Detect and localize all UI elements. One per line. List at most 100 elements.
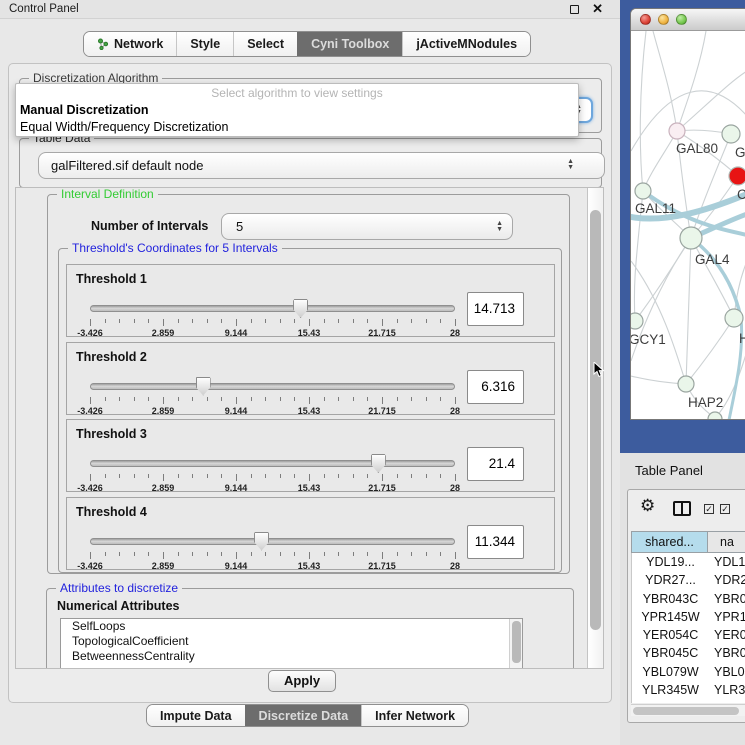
split-columns-icon[interactable] [673,501,691,516]
cyni-toolbox-panel: Discretization Algorithm Select algorith… [8,63,612,703]
network-edge[interactable] [686,318,734,384]
dropdown-option[interactable]: Manual Discretization [16,102,578,119]
slider-track[interactable] [90,460,455,467]
attribute-list-item[interactable]: BetweennessCentrality [61,649,522,664]
tab-cyni-toolbox[interactable]: Cyni Toolbox [297,32,402,56]
threshold-slider[interactable]: -3.4262.8599.14415.4321.71528 [83,530,463,568]
network-edge[interactable] [677,31,706,131]
apply-button[interactable]: Apply [268,670,336,692]
table-row[interactable]: YER054CYER0 [632,626,745,644]
tab-jactivemnodules[interactable]: jActiveMNodules [402,32,530,56]
checkbox-icon[interactable] [720,504,730,514]
network-edge[interactable] [686,238,691,384]
table-row[interactable]: YPR145WYPR1 [632,608,745,626]
tab-label: Discretize Data [259,709,349,723]
slider-thumb[interactable] [371,454,386,473]
threshold-slider[interactable]: -3.4262.8599.14415.4321.71528 [83,452,463,490]
threshold-value-field[interactable]: 6.316 [467,370,524,404]
network-node[interactable] [725,309,743,327]
tab-network[interactable]: Network [84,32,176,56]
table-data-group: Table Data galFiltered.sif default node [19,138,602,188]
table-row[interactable]: YDL19...YDL1 [632,553,745,571]
slider-track[interactable] [90,305,455,312]
gear-icon[interactable]: ⚙ [640,496,655,516]
network-node[interactable] [631,313,643,329]
network-node[interactable] [635,183,651,199]
table-cell: YLR345W [632,681,709,699]
slider-track[interactable] [90,383,455,390]
network-node[interactable] [708,412,722,420]
dropdown-option[interactable]: Equal Width/Frequency Discretization [16,119,578,136]
table-cell: YBR045C [632,644,709,662]
scrollbar-thumb[interactable] [590,210,601,630]
tab-style[interactable]: Style [176,32,233,56]
scrollbar-thumb[interactable] [512,621,521,663]
threshold-value-field[interactable]: 14.713 [467,292,524,326]
table-data-combobox[interactable]: galFiltered.sif default node [38,152,605,179]
threshold-slider[interactable]: -3.4262.8599.14415.4321.71528 [83,297,463,335]
column-header[interactable]: na [708,531,745,553]
slider-thumb[interactable] [196,377,211,396]
threshold-label: Threshold 1 [76,272,147,286]
threshold-slider[interactable]: -3.4262.8599.14415.4321.71528 [83,375,463,413]
table-cell: YIL053C [632,699,709,703]
threshold-value-field[interactable]: 11.344 [467,525,524,559]
table-panel-title: Table Panel [635,463,703,478]
control-panel: Control Panel ✕ NetworkStyleSelectCyni T… [0,0,620,745]
horizontal-scrollbar[interactable] [631,704,745,716]
slider-thumb[interactable] [254,532,269,551]
network-window-titlebar[interactable] [631,9,745,31]
slider-track[interactable] [90,538,455,545]
close-traffic-light-icon[interactable] [640,14,651,25]
tab-label: jActiveMNodules [416,37,517,51]
network-edge[interactable] [640,31,646,191]
tab-infer-network[interactable]: Infer Network [361,705,468,726]
table-cell: YBR0 [709,644,745,662]
number-of-intervals-spinner[interactable]: 5 [221,213,513,240]
network-node[interactable] [722,125,740,143]
node-table: shared...na YDL19...YDL1YDR27...YDR2YBR0… [631,531,745,703]
network-node[interactable] [669,123,685,139]
table-row[interactable]: YIL053CYIL0 [632,699,745,703]
table-row[interactable]: YLR345WYLR3 [632,681,745,699]
zoom-traffic-light-icon[interactable] [676,14,687,25]
threshold-panel: Threshold 1 -3.4262.8599.14415.4321.71528… [66,264,555,337]
vertical-scrollbar[interactable] [587,188,603,668]
minimize-traffic-light-icon[interactable] [658,14,669,25]
table-row[interactable]: YBR043CYBR0 [632,590,745,608]
tab-impute-data[interactable]: Impute Data [147,705,245,726]
table-cell: YBR043C [632,590,709,608]
table-row[interactable]: YBR045CYBR0 [632,644,745,662]
column-header[interactable]: shared... [631,531,708,553]
network-edge-highlighted[interactable] [691,238,741,318]
table-row[interactable]: YBL079WYBL0 [632,663,745,681]
table-cell: YBL0 [709,663,745,681]
threshold-value-field[interactable]: 21.4 [467,447,524,481]
network-edge[interactable] [643,131,677,191]
network-node[interactable] [680,227,702,249]
attribute-list-item[interactable]: TopologicalCoefficient [61,634,522,649]
list-scrollbar[interactable] [509,619,522,669]
network-canvas[interactable]: GAL80GCGAL11GAL4GCY1HHAP2 [631,31,745,420]
tab-select[interactable]: Select [233,32,297,56]
network-view-window[interactable]: GAL80GCGAL11GAL4GCY1HHAP2 [630,8,745,420]
dropdown-placeholder-option[interactable]: Select algorithm to view settings [16,84,578,102]
attribute-list-item[interactable]: SelfLoops [61,619,522,634]
tab-discretize-data[interactable]: Discretize Data [245,705,362,726]
slider-thumb[interactable] [293,299,308,318]
table-row[interactable]: YDR27...YDR2 [632,571,745,589]
application-root: Control Panel ✕ NetworkStyleSelectCyni T… [0,0,745,745]
number-of-intervals-label: Number of Intervals [91,219,208,233]
close-icon[interactable]: ✕ [592,1,603,17]
interval-definition-group: Interval Definition Number of Intervals … [47,194,570,574]
table-cell: YBL079W [632,663,709,681]
tab-label: Select [247,37,284,51]
node-label: GAL11 [635,201,676,216]
scrollbar-thumb[interactable] [633,707,739,715]
network-node[interactable] [729,167,745,185]
checkbox-icon[interactable] [704,504,714,514]
numerical-attributes-list[interactable]: SelfLoopsTopologicalCoefficientBetweenne… [60,618,523,669]
network-edge[interactable] [653,31,677,131]
float-window-icon[interactable] [570,5,579,14]
network-node[interactable] [678,376,694,392]
